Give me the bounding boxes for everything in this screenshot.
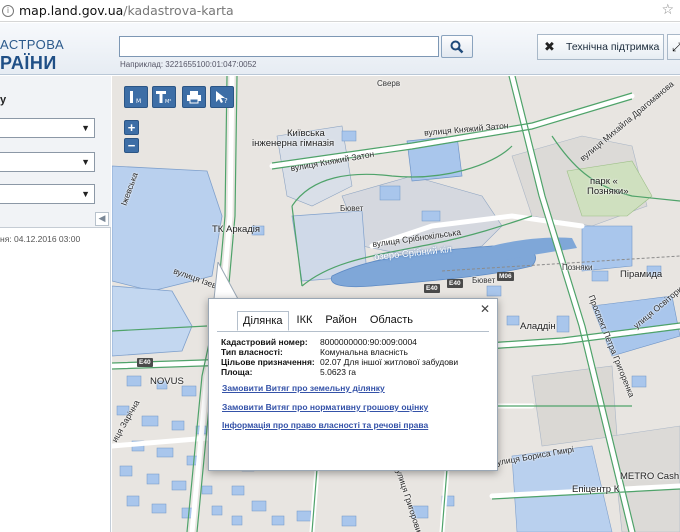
support-label: Технічна підтримка [566, 41, 660, 53]
chevron-down-icon: ▼ [81, 189, 90, 199]
brand-line-2: РАЇНИ [0, 53, 57, 73]
print-button[interactable] [182, 86, 206, 108]
map-label: Епіцентр К [572, 484, 620, 495]
tab-divider [217, 331, 489, 332]
brand-line-1: АСТРОВА [0, 37, 65, 52]
cursor-question-icon: ? [216, 91, 228, 104]
map-label: Позняки» [587, 186, 629, 197]
order-valuation-extract-link[interactable]: Замовити Витяг про нормативну грошову оц… [222, 402, 428, 412]
district-select[interactable]: ▼ [0, 152, 95, 172]
popup-pointer [213, 262, 239, 302]
search-icon [450, 40, 464, 53]
parcel-info-popup: ✕ Ділянка ІКК Район Область Кадастровий … [208, 298, 498, 471]
order-parcel-extract-link[interactable]: Замовити Витяг про земельну ділянку [222, 383, 385, 393]
map-label: ТК Аркадія [212, 224, 261, 235]
road-shield: E40 [424, 284, 440, 293]
url-text[interactable]: map.land.gov.ua/kadastrova-karta [19, 3, 234, 18]
popup-tabs: Ділянка ІКК Район Область [237, 311, 421, 331]
detail-row: Цільове призначення: 02.07 Для іншої житл… [221, 357, 458, 367]
map-label: Позняки [562, 263, 593, 272]
ownership-info-link[interactable]: Інформація про право власності та речові… [222, 420, 428, 430]
update-date: ня: 04.12.2016 03:00 [0, 234, 81, 244]
left-panel-title: у [0, 94, 7, 106]
map-label: Аладдін [520, 321, 556, 332]
zoom-in-button[interactable]: + [124, 120, 139, 135]
bookmark-star-icon[interactable]: ☆ [661, 2, 674, 18]
region-select[interactable]: ▼ [0, 118, 95, 138]
map-label: METRO Cash [620, 471, 680, 482]
road-shield: E40 [447, 279, 463, 288]
map-label: інженерна гімназія [252, 138, 335, 149]
detail-key: Кадастровий номер: [221, 337, 308, 347]
detail-key: Цільове призначення: [221, 357, 315, 367]
road-shield: E40 [137, 358, 153, 367]
detail-row: Кадастровий номер: 8000000000:90:009:0004 [221, 337, 458, 347]
area-icon: M² [156, 91, 171, 104]
search-input[interactable] [119, 36, 439, 57]
detail-value: 8000000000:90:009:0004 [320, 337, 417, 347]
svg-text:M: M [136, 98, 141, 104]
fullscreen-icon[interactable]: ⤢ [667, 34, 680, 60]
parcel-details: Кадастровий номер: 8000000000:90:009:0004… [221, 337, 458, 377]
detail-value: Комунальна власність [320, 347, 408, 357]
detail-row: Тип власності: Комунальна власність [221, 347, 458, 357]
tools-icon: ✖ [544, 39, 555, 55]
detail-value: 02.07 Для іншої житлової забудови [320, 357, 459, 367]
tab-district[interactable]: Район [320, 311, 361, 331]
tab-ikk[interactable]: ІКК [292, 311, 318, 331]
info-icon[interactable]: i [2, 4, 14, 17]
close-icon[interactable]: ✕ [480, 302, 490, 316]
road-shield: M06 [497, 272, 514, 281]
detail-value: 5.0623 га [320, 367, 357, 377]
detail-row: Площа: 5.0623 га [221, 367, 458, 377]
tab-parcel[interactable]: Ділянка [237, 311, 289, 331]
search-button[interactable] [441, 35, 473, 58]
identify-button[interactable]: ? [210, 86, 234, 108]
measure-area-button[interactable]: M² [152, 86, 176, 108]
tab-region[interactable]: Область [365, 311, 418, 331]
map-label: Бювет [472, 276, 496, 285]
print-icon [187, 91, 201, 104]
chevron-down-icon: ▼ [81, 123, 90, 133]
measure-distance-button[interactable]: M [124, 86, 148, 108]
zoom-out-button[interactable]: − [124, 138, 139, 153]
detail-key: Площа: [221, 367, 253, 377]
left-panel: у ▼ ▼ ▼ ◀ ня: 04.12.2016 03:00 [0, 76, 111, 532]
svg-text:M²: M² [165, 99, 171, 104]
detail-key: Тип власності: [221, 347, 283, 357]
search-hint: Наприклад: 3221655100:01:047:0052 [120, 60, 257, 69]
collapse-panel-icon[interactable]: ◀ [95, 212, 109, 226]
chevron-down-icon: ▼ [81, 157, 90, 167]
map-label: Пірамида [620, 269, 663, 280]
settlement-select[interactable]: ▼ [0, 184, 95, 204]
browser-address-bar[interactable]: i map.land.gov.ua/kadastrova-karta ☆ [0, 0, 680, 22]
map-label: Бювет [340, 204, 364, 213]
map-label: NOVUS [150, 376, 184, 387]
support-button[interactable]: ✖ Технічна підтримка [537, 34, 664, 60]
map-label: Сверв [377, 79, 401, 88]
left-panel-filters: у ▼ ▼ ▼ ◀ [0, 76, 111, 228]
svg-text:?: ? [224, 97, 228, 104]
site-header: АСТРОВА РАЇНИ Наприклад: 3221655100:01:0… [0, 23, 680, 75]
ruler-icon: M [130, 91, 141, 104]
